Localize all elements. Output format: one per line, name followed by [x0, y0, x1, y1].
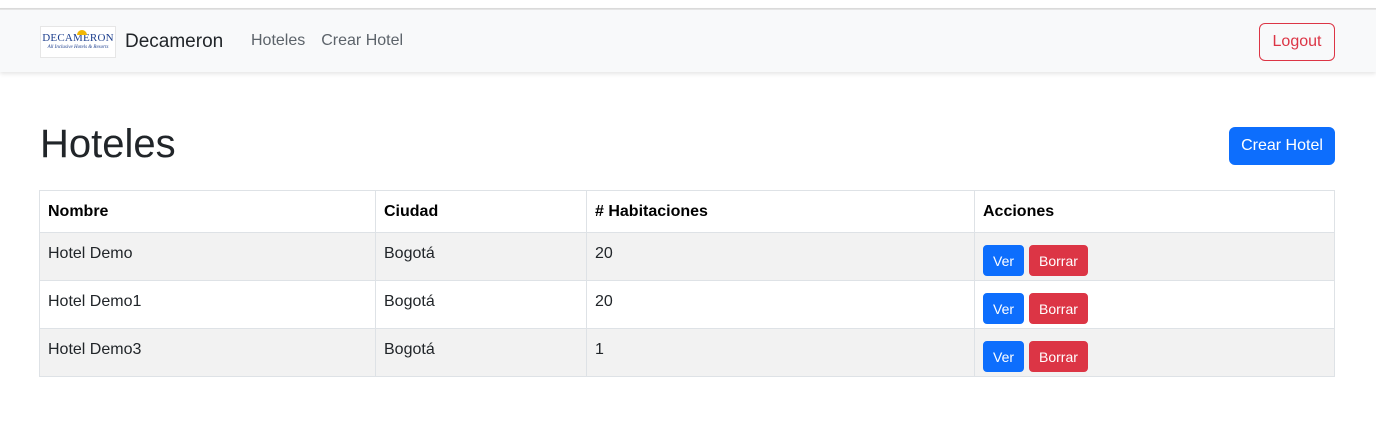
- cell-ciudad: Bogotá: [375, 232, 587, 281]
- cell-acciones: Ver Borrar: [974, 328, 1335, 377]
- brand-name[interactable]: Decameron: [125, 31, 223, 53]
- hotels-table: Nombre Ciudad # Habitaciones Acciones Ho…: [39, 190, 1335, 377]
- nav-link-hoteles[interactable]: Hoteles: [251, 32, 305, 50]
- cell-habitaciones: 20: [586, 232, 975, 281]
- table-header-row: Nombre Ciudad # Habitaciones Acciones: [39, 190, 1335, 233]
- cell-acciones: Ver Borrar: [974, 280, 1335, 329]
- cell-habitaciones: 1: [586, 328, 975, 377]
- table-row: Hotel Demo3 Bogotá 1 Ver Borrar: [39, 328, 1335, 377]
- table-row: Hotel Demo Bogotá 20 Ver Borrar: [39, 232, 1335, 281]
- delete-button[interactable]: Borrar: [1029, 293, 1088, 324]
- view-button[interactable]: Ver: [983, 341, 1025, 372]
- cell-nombre: Hotel Demo: [39, 232, 376, 281]
- brand[interactable]: DECAMERON All Inclusive Hotels & Resorts…: [40, 26, 223, 58]
- logo-sun-icon: [77, 30, 87, 35]
- delete-button[interactable]: Borrar: [1029, 245, 1088, 276]
- cell-nombre: Hotel Demo3: [39, 328, 376, 377]
- view-button[interactable]: Ver: [983, 293, 1025, 324]
- view-button[interactable]: Ver: [983, 245, 1025, 276]
- nav-link-crear-hotel[interactable]: Crear Hotel: [321, 32, 403, 50]
- header-acciones: Acciones: [974, 190, 1335, 233]
- header-habitaciones: # Habitaciones: [586, 190, 975, 233]
- logo-tagline: All Inclusive Hotels & Resorts: [47, 45, 109, 50]
- page-title: Hoteles: [40, 122, 176, 166]
- create-hotel-button[interactable]: Crear Hotel: [1229, 127, 1335, 165]
- cell-ciudad: Bogotá: [375, 328, 587, 377]
- decameron-logo: DECAMERON All Inclusive Hotels & Resorts: [40, 26, 116, 58]
- nav-links: Hoteles Crear Hotel: [251, 32, 403, 50]
- table-row: Hotel Demo1 Bogotá 20 Ver Borrar: [39, 280, 1335, 329]
- header-nombre: Nombre: [39, 190, 376, 233]
- cell-habitaciones: 20: [586, 280, 975, 329]
- logout-button[interactable]: Logout: [1259, 23, 1335, 61]
- cell-acciones: Ver Borrar: [974, 232, 1335, 281]
- delete-button[interactable]: Borrar: [1029, 341, 1088, 372]
- window-top-edge: [0, 0, 1376, 9]
- cell-ciudad: Bogotá: [375, 280, 587, 329]
- cell-nombre: Hotel Demo1: [39, 280, 376, 329]
- navbar: DECAMERON All Inclusive Hotels & Resorts…: [0, 9, 1376, 72]
- header-ciudad: Ciudad: [375, 190, 587, 233]
